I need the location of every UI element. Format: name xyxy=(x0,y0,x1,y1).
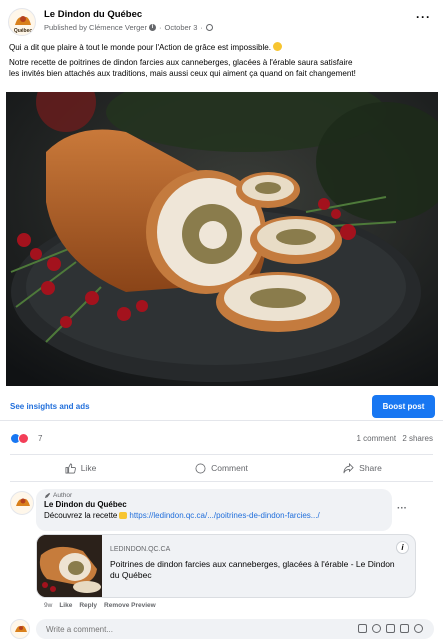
insights-row: See insights and ads Boost post xyxy=(0,393,443,421)
comment-like-button[interactable]: Like xyxy=(59,602,72,609)
current-user-avatar[interactable] xyxy=(10,619,30,639)
remove-preview-button[interactable]: Remove Preview xyxy=(104,602,156,609)
reaction-icons[interactable] xyxy=(10,433,29,444)
camera-icon[interactable] xyxy=(386,624,395,633)
comment-icon xyxy=(195,463,206,473)
pointing-hand-emoji-icon xyxy=(119,512,128,519)
post-meta: Published by Clémence Verger i · October… xyxy=(44,23,213,32)
post-text-line: les invités bien attachés aux traditions… xyxy=(9,69,356,78)
info-icon[interactable]: i xyxy=(396,541,409,554)
link-preview-title[interactable]: Poitrines de dindon farcies aux canneber… xyxy=(110,559,395,581)
globe-icon xyxy=(205,24,213,31)
sticker-icon[interactable] xyxy=(414,624,423,633)
comment-text: Découvrez la recette https://ledindon.qc.… xyxy=(44,511,320,520)
comment-button[interactable]: Comment xyxy=(151,455,292,481)
author-badge: Author xyxy=(44,492,384,499)
action-bar: Like Comment Share xyxy=(10,454,433,482)
engagement-counts: 1 comment 2 shares xyxy=(357,434,434,443)
like-label: Like xyxy=(80,463,97,473)
reaction-count[interactable]: 7 xyxy=(38,434,42,443)
see-insights-link[interactable]: See insights and ads xyxy=(10,402,90,411)
page-avatar[interactable]: Québec xyxy=(8,8,36,36)
avatar-logo-text: Québec xyxy=(14,28,33,34)
link-preview-domain: LEDINDON.QC.CA xyxy=(110,546,171,553)
share-label: Share xyxy=(359,463,382,473)
comment-reply-button[interactable]: Reply xyxy=(79,602,97,609)
post-text-line: Notre recette de poitrines de dindon far… xyxy=(9,58,353,67)
gif-icon[interactable] xyxy=(400,624,409,633)
comment-link[interactable]: https://ledindon.qc.ca/.../poitrines-de-… xyxy=(129,511,319,520)
write-comment-row xyxy=(10,617,435,641)
published-by-text[interactable]: Published by Clémence Verger xyxy=(44,23,147,32)
separator-dot: · xyxy=(200,23,203,32)
post-text: Qui a dit que plaire à tout le monde pou… xyxy=(9,42,436,83)
link-preview-thumbnail xyxy=(37,535,102,597)
comment-label: Comment xyxy=(211,463,248,473)
facebook-post-card: Québec Le Dindon du Québec Published by … xyxy=(0,0,443,644)
comment-actions: 9w Like Reply Remove Preview xyxy=(44,602,156,609)
emoji-icon[interactable] xyxy=(372,624,381,633)
page-name-link[interactable]: Le Dindon du Québec xyxy=(44,9,142,20)
boost-post-button[interactable]: Boost post xyxy=(372,395,435,418)
comment-bubble: Author Le Dindon du Québec Découvrez la … xyxy=(36,489,392,531)
more-options-button[interactable]: ··· xyxy=(416,10,431,24)
post-image[interactable] xyxy=(6,92,438,386)
pencil-icon xyxy=(44,492,51,499)
comment-count[interactable]: 1 comment xyxy=(357,434,397,443)
comment-author[interactable]: Le Dindon du Québec xyxy=(44,500,384,509)
share-button[interactable]: Share xyxy=(292,455,433,481)
thumbs-up-icon xyxy=(65,463,76,473)
share-count[interactable]: 2 shares xyxy=(402,434,433,443)
share-icon xyxy=(343,462,354,473)
smile-emoji-icon xyxy=(273,42,283,51)
post-text-line: Qui a dit que plaire à tout le monde pou… xyxy=(9,42,436,53)
link-preview-card[interactable]: LEDINDON.QC.CA Poitrines de dindon farci… xyxy=(36,534,416,598)
info-icon[interactable]: i xyxy=(148,24,156,31)
love-reaction-icon xyxy=(18,433,29,444)
separator-dot: · xyxy=(158,23,162,32)
reactions-summary: 7 1 comment 2 shares xyxy=(10,433,433,447)
commenter-avatar[interactable] xyxy=(10,491,34,515)
comment-time[interactable]: 9w xyxy=(44,602,52,609)
like-button[interactable]: Like xyxy=(10,455,151,481)
post-date[interactable]: October 3 xyxy=(164,23,197,32)
comment-more-button[interactable]: ··· xyxy=(397,503,407,514)
post-header: Québec Le Dindon du Québec Published by … xyxy=(8,6,435,36)
avatar-sticker-icon[interactable] xyxy=(358,624,367,633)
comment-input-icons xyxy=(358,624,423,633)
